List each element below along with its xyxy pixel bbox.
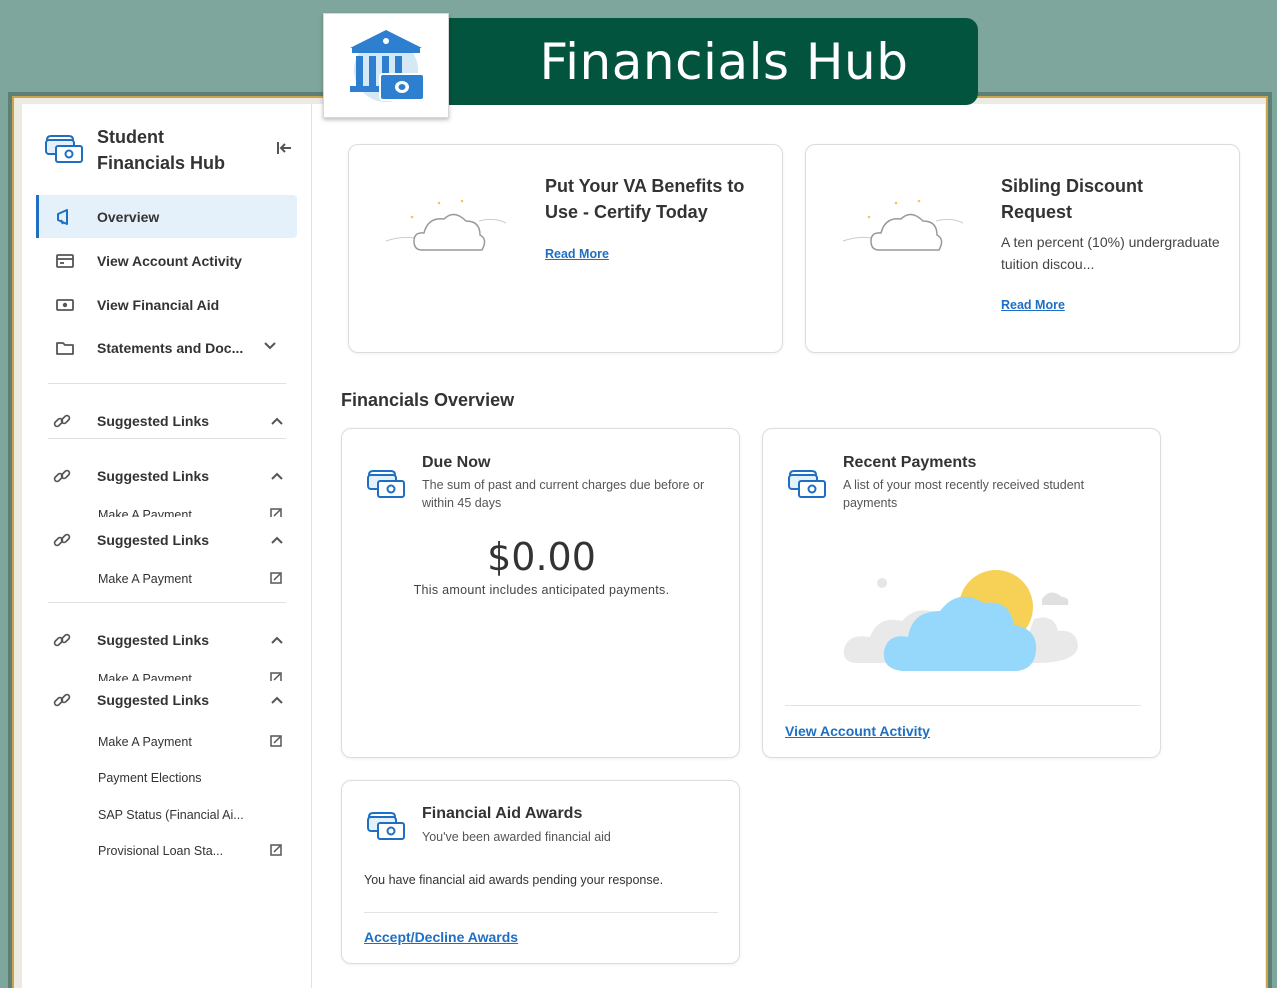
promo-description: A ten percent (10%) undergraduate tuitio… [1001, 234, 1220, 272]
sap-status-link[interactable]: SAP Status (Financial Ai... [98, 808, 288, 824]
nav-item-statements-and-documents[interactable]: Statements and Doc... [36, 326, 297, 369]
link-icon [52, 630, 74, 650]
nav-label: View Financial Aid [97, 296, 220, 313]
suggested-links-header[interactable]: Suggested Links [52, 685, 288, 715]
bank-money-icon [350, 29, 425, 102]
nav-item-view-account-activity[interactable]: View Account Activity [36, 239, 297, 282]
bank-logo [323, 13, 449, 118]
divider [48, 602, 286, 603]
suggested-links-label: Suggested Links [97, 692, 210, 708]
external-link-icon [270, 672, 282, 681]
cash-icon [54, 295, 76, 315]
collapse-left-icon[interactable] [274, 138, 294, 158]
promo-title: Put Your VA Benefits to Use - Certify To… [545, 176, 745, 222]
payment-elections-link[interactable]: Payment Elections [98, 771, 288, 787]
nav-label: View Account Activity [97, 252, 242, 269]
cloud-illustration-icon [842, 199, 964, 251]
due-now-amount: $0.00 [487, 535, 596, 579]
link-label: Make A Payment [98, 735, 192, 749]
recent-payments-subtitle: A list of your most recently received st… [843, 478, 1085, 510]
money-wallet-icon [45, 135, 83, 163]
megaphone-icon [54, 207, 76, 227]
link-icon [52, 530, 74, 550]
make-payment-link[interactable]: Make A Payment [98, 572, 288, 588]
due-now-subtitle: The sum of past and current charges due … [422, 478, 705, 510]
sidebar-title: Student Financials Hub [97, 127, 226, 173]
external-link-icon [270, 735, 282, 747]
card-divider [364, 912, 718, 913]
suggested-links-header[interactable]: Suggested Links [52, 625, 288, 655]
sun-cloud-illustration-icon [843, 570, 1078, 671]
make-payment-link[interactable]: Make A Payment [98, 508, 288, 517]
link-label: Provisional Loan Sta... [98, 844, 224, 858]
external-link-icon [270, 572, 282, 584]
folder-icon [54, 338, 76, 358]
banner-title: Financials Hub [539, 32, 909, 91]
chevron-up-icon[interactable] [270, 414, 284, 428]
suggested-links-header[interactable]: Suggested Links [52, 525, 288, 555]
link-label: Payment Elections [98, 771, 202, 785]
link-label: Make A Payment [98, 572, 192, 586]
link-label: SAP Status (Financial Ai... [98, 808, 244, 822]
chevron-up-icon[interactable] [270, 469, 284, 483]
suggested-links-label: Suggested Links [97, 413, 210, 429]
divider [48, 383, 286, 384]
financial-aid-awards-title: Financial Aid Awards [422, 805, 583, 822]
suggested-links-label: Suggested Links [97, 532, 210, 548]
link-label: Make A Payment [98, 672, 192, 681]
link-label: Make A Payment [98, 508, 192, 517]
nav-item-view-financial-aid[interactable]: View Financial Aid [36, 283, 297, 326]
due-now-title: Due Now [422, 454, 491, 471]
sidebar-header: Student Financials Hub [44, 124, 294, 176]
sidebar: Student Financials Hub Overview View Acc… [22, 104, 312, 988]
suggested-links-label: Suggested Links [97, 632, 210, 648]
read-more-link[interactable]: Read More [1001, 298, 1065, 312]
money-wallet-icon [367, 812, 405, 840]
view-account-activity-link[interactable]: View Account Activity [785, 723, 930, 739]
due-now-card: Due Now The sum of past and current char… [341, 428, 740, 758]
external-link-icon [270, 844, 282, 856]
make-payment-link[interactable]: Make A Payment [98, 672, 288, 681]
financial-aid-awards-subtitle: You've been awarded financial aid [422, 830, 611, 844]
nav-label: Statements and Doc... [97, 339, 244, 356]
provisional-loan-link[interactable]: Provisional Loan Sta... [98, 844, 288, 860]
read-more-link[interactable]: Read More [545, 247, 609, 261]
chevron-up-icon[interactable] [270, 533, 284, 547]
nav-item-overview[interactable]: Overview [36, 195, 297, 238]
chevron-up-icon[interactable] [270, 633, 284, 647]
suggested-links-header[interactable]: Suggested Links [52, 461, 288, 491]
money-wallet-icon [788, 470, 826, 498]
card-divider [785, 705, 1141, 706]
page-banner: Financials Hub [440, 18, 978, 105]
external-link-icon [270, 508, 282, 517]
nav-label: Overview [97, 208, 160, 225]
due-now-note: This amount includes anticipated payment… [413, 583, 670, 597]
financial-aid-awards-card: Financial Aid Awards You've been awarded… [341, 780, 740, 964]
link-icon [52, 411, 74, 431]
accept-decline-awards-link[interactable]: Accept/Decline Awards [364, 929, 518, 945]
promo-card-sibling-discount[interactable]: Sibling Discount Request A ten percent (… [805, 144, 1240, 353]
chevron-down-icon[interactable] [263, 339, 277, 353]
link-icon [52, 690, 74, 710]
link-icon [52, 466, 74, 486]
financial-aid-awards-body: You have financial aid awards pending yo… [364, 873, 664, 887]
financials-overview-heading: Financials Overview [341, 390, 515, 410]
suggested-links-label: Suggested Links [97, 468, 210, 484]
chevron-up-icon[interactable] [270, 693, 284, 707]
promo-card-va-benefits[interactable]: Put Your VA Benefits to Use - Certify To… [348, 144, 783, 353]
app-window: Student Financials Hub Overview View Acc… [22, 104, 1265, 988]
money-wallet-icon [367, 470, 405, 498]
suggested-links-header[interactable]: Suggested Links [52, 406, 288, 436]
recent-payments-card: Recent Payments A list of your most rece… [762, 428, 1161, 758]
recent-payments-title: Recent Payments [843, 454, 977, 471]
card-icon [54, 251, 76, 271]
divider [48, 438, 286, 439]
cloud-illustration-icon [385, 199, 507, 251]
promo-title: Sibling Discount Request [1001, 176, 1143, 222]
make-payment-link[interactable]: Make A Payment [98, 735, 288, 751]
